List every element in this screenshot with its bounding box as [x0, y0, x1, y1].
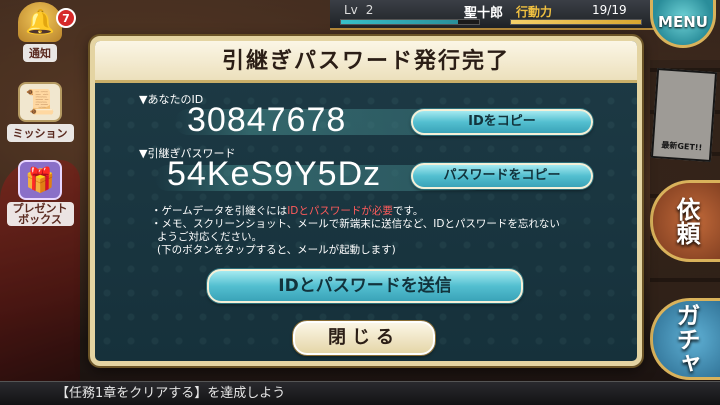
notice-line-1: ・ゲームデータを引継ぐにはIDとパスワードが必要です。 — [151, 205, 611, 218]
status-bar: Lv 2 聖十郎 行動力 19/19 — [330, 0, 660, 30]
player-name: 聖十郎 — [464, 6, 504, 21]
notice-line-2: ・メモ、スクリーンショット、メールで新端末に送信など、IDとパスワードを忘れない — [151, 218, 560, 230]
mission-ticker[interactable]: 【任務1章をクリアする】を達成しよう — [0, 381, 720, 405]
level-display: Lv 2 — [344, 3, 373, 17]
copy-password-button[interactable]: パスワードをコピー — [411, 163, 593, 189]
notice-line-1-prefix: ・ゲームデータを引継ぐには — [151, 205, 288, 217]
gacha-button[interactable]: ガチャ — [650, 298, 720, 380]
level-label: Lv — [344, 3, 358, 17]
exp-bar-fill — [341, 20, 459, 24]
ap-bar-fill — [511, 20, 641, 24]
id-value: 30847678 — [187, 101, 347, 139]
level-value: 2 — [365, 3, 374, 17]
copy-id-button[interactable]: IDをコピー — [411, 109, 593, 135]
password-issued-dialog: 引継ぎパスワード発行完了 ▼あなたのID 30847678 IDをコピー ▼引継… — [90, 36, 642, 366]
mission-label: ミッション — [6, 124, 74, 142]
ap-label: 行動力 — [516, 5, 553, 19]
mission-button[interactable]: 📜 ミッション — [0, 82, 80, 142]
notice-line-3: ようご対応ください。 — [157, 231, 262, 243]
ap-bar — [510, 19, 642, 25]
exp-bar — [340, 19, 480, 25]
notice-button[interactable]: 🔔 7 通知 — [0, 2, 80, 62]
notice-line-1-suffix: です。 — [392, 205, 424, 217]
password-value: 54KeS9Y5Dz — [167, 155, 382, 193]
present-box-button[interactable]: 🎁 プレゼント ボックス — [0, 160, 80, 227]
request-label: 依頼 — [672, 197, 700, 245]
scroll-icon: 📜 — [18, 82, 62, 122]
dialog-title: 引継ぎパスワード発行完了 — [95, 41, 637, 83]
notice-line-1-highlight: IDとパスワードが必要 — [287, 205, 393, 217]
present-box-label: プレゼント ボックス — [6, 202, 74, 226]
notice-line-4: (下のボタンをタップすると、メールが起動します) — [157, 244, 396, 256]
send-id-password-button[interactable]: IDとパスワードを送信 — [207, 269, 523, 303]
request-button[interactable]: 依頼 — [650, 180, 720, 262]
close-button[interactable]: 閉じる — [293, 321, 435, 355]
ap-value: 19/19 — [592, 3, 627, 17]
notice-label: 通知 — [23, 44, 57, 62]
notice-badge: 7 — [56, 8, 76, 28]
bell-icon: 🔔 — [18, 2, 62, 42]
gacha-label: ガチャ — [672, 303, 700, 375]
gift-icon: 🎁 — [18, 160, 62, 200]
